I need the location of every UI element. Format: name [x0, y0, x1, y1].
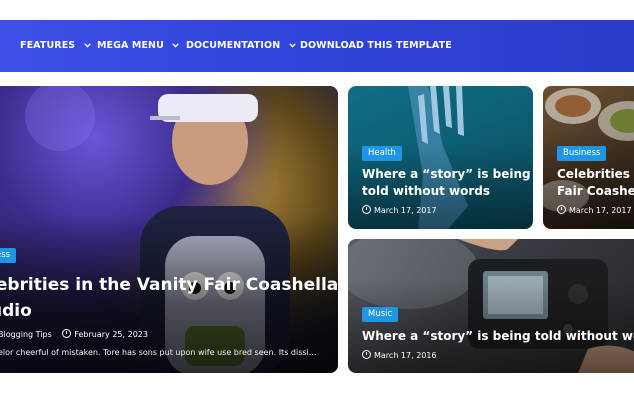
- post-meta: Blogging Tips February 25, 2023: [0, 329, 148, 339]
- clock-icon: [557, 205, 566, 214]
- post-author[interactable]: Blogging Tips: [0, 330, 52, 339]
- nav-item-mega-menu[interactable]: MEGA MENU: [97, 20, 180, 72]
- chevron-down-icon: [83, 43, 91, 48]
- post-meta: March 17, 2017: [362, 205, 437, 215]
- nav-item-features[interactable]: FEATURES: [20, 20, 91, 72]
- nav-item-documentation[interactable]: DOCUMENTATION: [186, 20, 296, 72]
- post-card-health[interactable]: Health Where a “story” is being told wit…: [348, 86, 533, 229]
- post-excerpt: elor cheerful of mistaken. Tore has sons…: [0, 348, 317, 357]
- nav-item-label: DOCUMENTATION: [186, 40, 281, 51]
- category-badge[interactable]: Business: [557, 146, 607, 161]
- top-strip: [0, 0, 634, 20]
- nav-item-label: FEATURES: [20, 40, 76, 51]
- post-date: February 25, 2023: [74, 330, 148, 339]
- category-badge[interactable]: Health: [362, 146, 402, 161]
- category-badge[interactable]: ess: [0, 248, 17, 263]
- nav-item-download-template[interactable]: DOWNLOAD THIS TEMPLATE: [300, 20, 452, 72]
- nav-item-label: MEGA MENU: [97, 40, 164, 51]
- post-date: March 17, 2017: [374, 206, 437, 215]
- clock-icon: [362, 205, 371, 214]
- post-card-music[interactable]: Music Where a “story” is being told with…: [348, 239, 634, 373]
- main-navigation: FEATURES MEGA MENU DOCUMENTATION DOWNLOA…: [0, 20, 634, 72]
- post-card-business[interactable]: Business Celebrities in Fair Coashel Mar…: [543, 86, 634, 229]
- post-date: March 17, 2017: [569, 206, 632, 215]
- post-meta: March 17, 2017: [557, 205, 632, 215]
- post-title[interactable]: Where a “story” is being told without wo…: [362, 166, 531, 200]
- clock-icon: [62, 329, 72, 338]
- post-title[interactable]: Where a “story” is being told without wo…: [362, 328, 634, 345]
- category-badge[interactable]: Music: [362, 307, 399, 322]
- featured-post-card[interactable]: ess lebrities in the Vanity Fair Coashel…: [0, 86, 338, 373]
- featured-post-title[interactable]: lebrities in the Vanity Fair Coashella u…: [0, 272, 338, 324]
- chevron-down-icon: [288, 43, 296, 48]
- clock-icon: [362, 350, 371, 359]
- post-meta: March 17, 2016: [362, 350, 437, 360]
- nav-item-label: DOWNLOAD THIS TEMPLATE: [300, 40, 452, 51]
- chevron-down-icon: [172, 43, 180, 48]
- post-date: March 17, 2016: [374, 351, 437, 360]
- post-title[interactable]: Celebrities in Fair Coashel: [557, 166, 634, 200]
